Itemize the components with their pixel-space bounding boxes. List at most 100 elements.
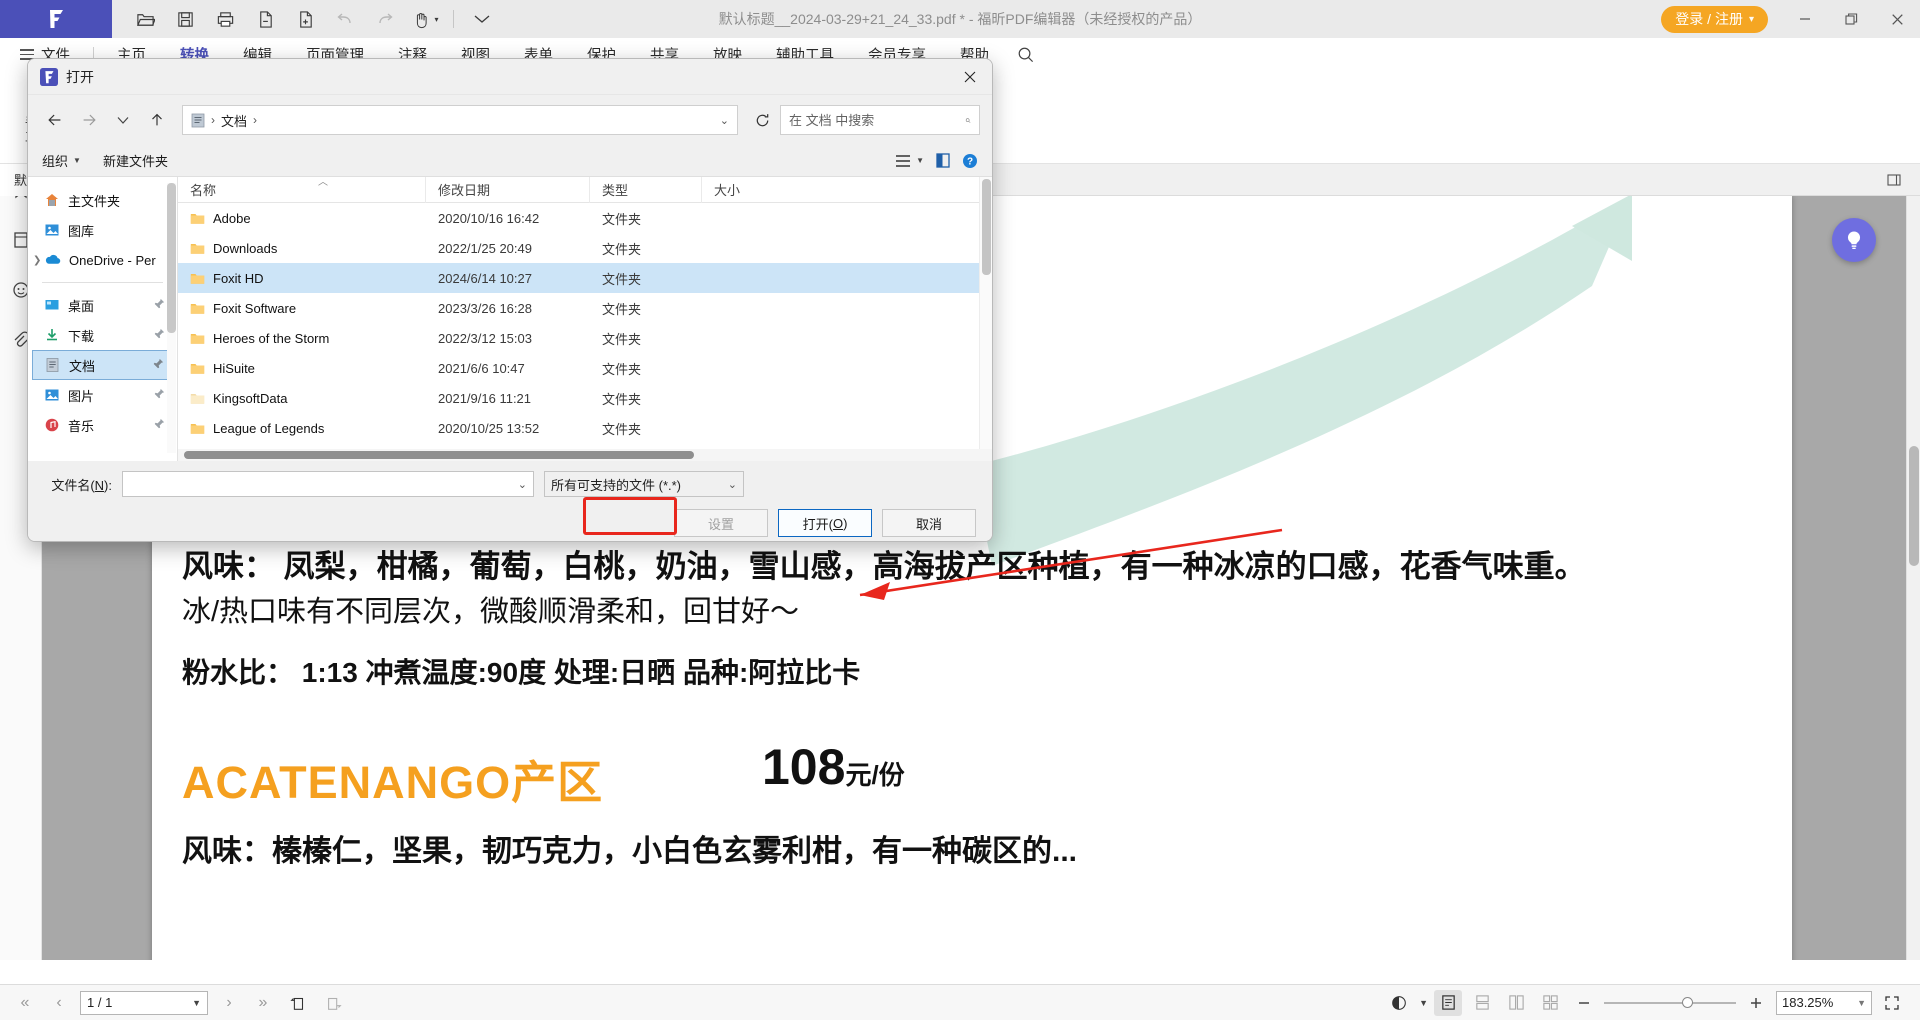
search-icon xyxy=(965,117,971,123)
table-row[interactable]: Foxit HD 2024/6/14 10:27 文件夹 xyxy=(178,263,992,293)
organize-button[interactable]: 组织 ▼ xyxy=(42,151,81,170)
scrollbar-thumb[interactable] xyxy=(982,179,991,275)
table-row[interactable]: Downloads 2022/1/25 20:49 文件夹 xyxy=(178,233,992,263)
zoom-slider-knob[interactable] xyxy=(1682,997,1693,1008)
sidebar-item-downloads[interactable]: 下载 xyxy=(32,320,173,350)
filename-input[interactable]: ⌄ xyxy=(122,471,534,497)
search-icon[interactable] xyxy=(1016,45,1035,64)
canvas-vertical-scrollbar[interactable] xyxy=(1906,196,1920,960)
file-list-vertical-scrollbar[interactable] xyxy=(979,177,992,449)
help-button[interactable]: ? xyxy=(962,153,978,169)
close-button[interactable] xyxy=(1874,0,1920,38)
more-chevron-icon[interactable] xyxy=(465,4,499,34)
scrollbar-thumb[interactable] xyxy=(167,183,176,333)
chevron-right-icon[interactable]: ❯ xyxy=(33,255,41,266)
zoom-out-icon[interactable] xyxy=(1570,990,1598,1016)
sidebar-item-documents[interactable]: 文档 xyxy=(32,350,173,380)
sidebar-item-onedrive[interactable]: ❯ OneDrive - Per xyxy=(32,245,173,275)
refresh-button[interactable] xyxy=(748,105,776,135)
next-page-button[interactable]: › xyxy=(216,990,242,1016)
table-row[interactable]: Heroes of the Storm 2022/3/12 15:03 文件夹 xyxy=(178,323,992,353)
sidebar-item-desktop[interactable]: 桌面 xyxy=(32,290,173,320)
minimize-button[interactable] xyxy=(1782,0,1828,38)
settings-button[interactable]: 设置 xyxy=(674,509,768,537)
fullscreen-icon[interactable] xyxy=(1878,990,1906,1016)
column-header-date[interactable]: 修改日期 xyxy=(426,177,590,203)
file-list-horizontal-scrollbar[interactable] xyxy=(178,449,992,461)
cancel-button[interactable]: 取消 xyxy=(882,509,976,537)
rotate-left-icon[interactable] xyxy=(284,990,312,1016)
single-page-view-icon[interactable] xyxy=(1434,989,1462,1016)
sidebar-item-home[interactable]: 主文件夹 xyxy=(32,185,173,215)
new-folder-button[interactable]: 新建文件夹 xyxy=(103,151,168,170)
sidebar-divider xyxy=(42,282,163,283)
scrollbar-thumb[interactable] xyxy=(1909,446,1919,566)
forward-button[interactable] xyxy=(74,105,104,135)
two-page-continuous-icon[interactable] xyxy=(1536,990,1564,1016)
table-row[interactable]: HiSuite 2021/6/6 10:47 文件夹 xyxy=(178,353,992,383)
chevron-down-icon[interactable]: ▼ xyxy=(1419,998,1428,1008)
table-row[interactable]: Foxit Software 2023/3/26 16:28 文件夹 xyxy=(178,293,992,323)
theme-icon[interactable] xyxy=(1385,990,1413,1016)
rotate-right-icon[interactable] xyxy=(320,990,348,1016)
breadcrumb[interactable]: › 文档 › ⌄ xyxy=(182,105,738,135)
file-type-cell: 文件夹 xyxy=(602,331,642,347)
expand-panel-icon[interactable] xyxy=(1880,167,1908,193)
recent-locations-button[interactable] xyxy=(108,105,138,135)
sidebar-item-pictures[interactable]: 图片 xyxy=(32,380,173,410)
continuous-view-icon[interactable] xyxy=(1468,990,1496,1016)
chevron-down-icon[interactable]: ⌄ xyxy=(518,478,527,491)
dialog-close-button[interactable] xyxy=(948,59,992,95)
pdf-text-line-3: 冰/热口味有不同层次，微酸顺滑柔和，回甘好～ xyxy=(182,596,800,628)
search-input[interactable] xyxy=(780,105,980,135)
column-header-type[interactable]: 类型 xyxy=(590,177,702,203)
filename-field[interactable] xyxy=(129,476,518,492)
sidebar-item-music[interactable]: 音乐 xyxy=(32,410,173,440)
breadcrumb-item-documents[interactable]: 文档 xyxy=(221,111,247,130)
file-name: HiSuite xyxy=(213,360,255,376)
view-mode-button[interactable]: ▼ xyxy=(895,154,924,168)
file-date-cell: 2021/9/16 11:21 xyxy=(438,390,532,406)
hand-tool-icon[interactable]: ▾ xyxy=(408,4,442,34)
chevron-down-icon[interactable]: ⌄ xyxy=(720,114,729,127)
save-icon[interactable] xyxy=(168,4,202,34)
zoom-level-input[interactable]: 183.25% ▼ xyxy=(1776,990,1872,1015)
first-page-button[interactable]: « xyxy=(12,990,38,1016)
print-icon[interactable] xyxy=(208,4,242,34)
assistant-bulb-button[interactable] xyxy=(1832,218,1876,262)
email-icon[interactable] xyxy=(248,4,282,34)
column-header-name[interactable]: 名称 xyxy=(178,177,426,203)
sidebar-item-gallery[interactable]: 图库 xyxy=(32,215,173,245)
file-name: Downloads xyxy=(213,240,278,256)
login-label: 登录 / 注册 xyxy=(1675,11,1743,27)
search-field[interactable] xyxy=(789,112,965,128)
preview-pane-button[interactable] xyxy=(936,153,950,168)
undo-icon[interactable] xyxy=(328,4,362,34)
chevron-down-icon: ▾ xyxy=(1748,13,1754,25)
redo-icon[interactable] xyxy=(368,4,402,34)
table-row[interactable]: KingsoftData 2021/9/16 11:21 文件夹 xyxy=(178,383,992,413)
column-header-size[interactable]: 大小 xyxy=(702,177,792,203)
login-register-button[interactable]: 登录 / 注册 ▾ xyxy=(1661,5,1768,33)
scrollbar-thumb[interactable] xyxy=(184,451,694,459)
two-page-view-icon[interactable] xyxy=(1502,990,1530,1016)
sidebar-scrollbar[interactable] xyxy=(167,183,176,453)
open-button[interactable]: 打开(O) xyxy=(778,509,872,537)
open-icon[interactable] xyxy=(128,4,162,34)
back-button[interactable] xyxy=(40,105,70,135)
prev-page-button[interactable]: ‹ xyxy=(46,990,72,1016)
zoom-slider[interactable] xyxy=(1604,995,1736,1011)
filename-row: 文件名(N): ⌄ 所有可支持的文件 (*.*) ⌄ xyxy=(28,461,992,497)
last-page-button[interactable]: » xyxy=(250,990,276,1016)
table-row[interactable]: League of Legends 2020/10/25 13:52 文件夹 xyxy=(178,413,992,443)
table-row[interactable]: Adobe 2020/10/16 16:42 文件夹 xyxy=(178,203,992,233)
tab-strip-right xyxy=(1880,167,1920,193)
new-file-icon[interactable] xyxy=(288,4,322,34)
zoom-in-icon[interactable] xyxy=(1742,990,1770,1016)
up-button[interactable] xyxy=(142,105,172,135)
maximize-button[interactable] xyxy=(1828,0,1874,38)
filetype-dropdown[interactable]: 所有可支持的文件 (*.*) ⌄ xyxy=(544,471,744,497)
desktop-icon xyxy=(45,300,59,310)
file-name-cell: Foxit Software xyxy=(178,293,426,323)
page-number-input[interactable]: 1 / 1 ▼ xyxy=(80,990,208,1015)
